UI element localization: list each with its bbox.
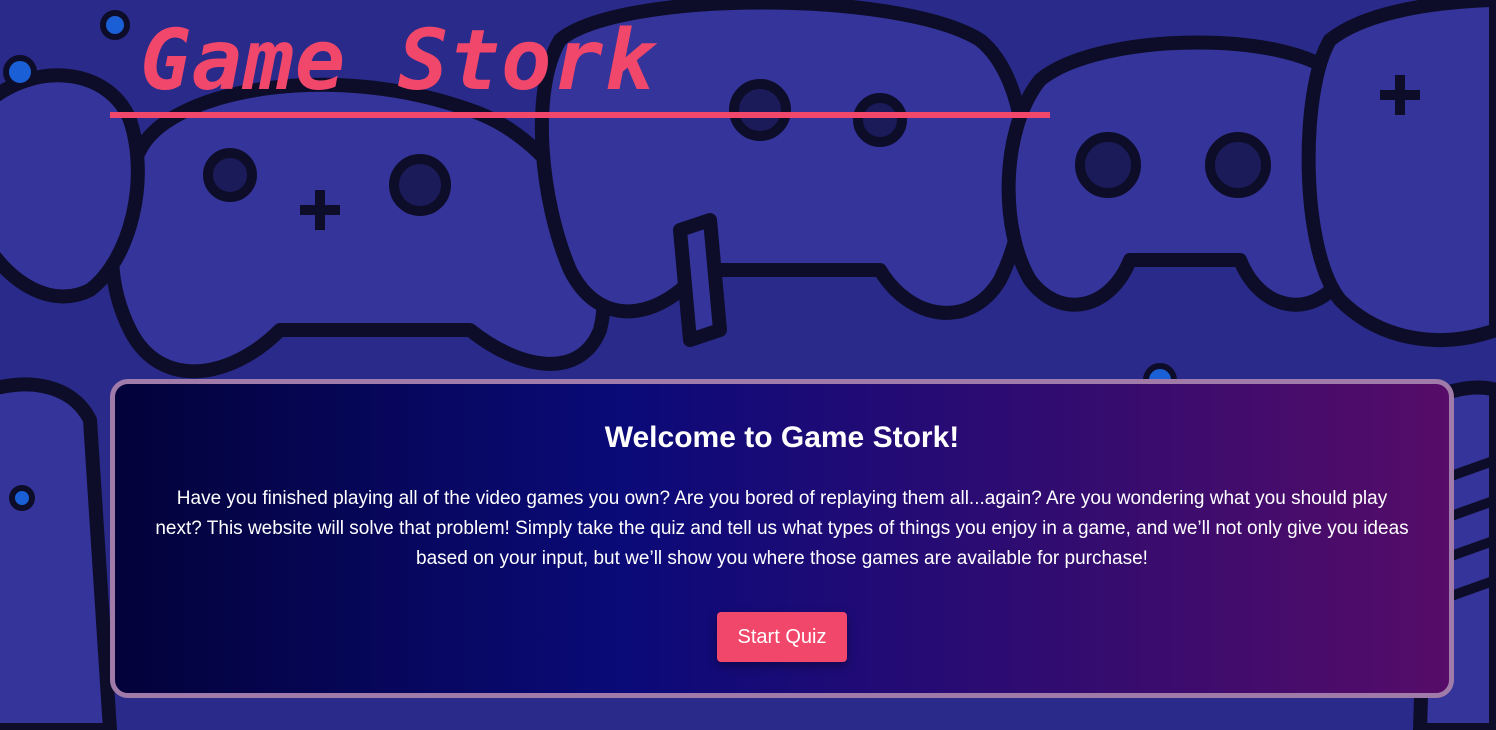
site-header: Game Stork [110,12,1050,118]
welcome-card: Welcome to Game Stork! Have you finished… [110,379,1454,698]
start-quiz-button[interactable]: Start Quiz [716,612,848,662]
title-underline [110,112,1050,118]
welcome-heading: Welcome to Game Stork! [604,421,960,454]
welcome-description: Have you finished playing all of the vid… [155,488,1409,569]
site-title: Game Stork [140,11,656,109]
